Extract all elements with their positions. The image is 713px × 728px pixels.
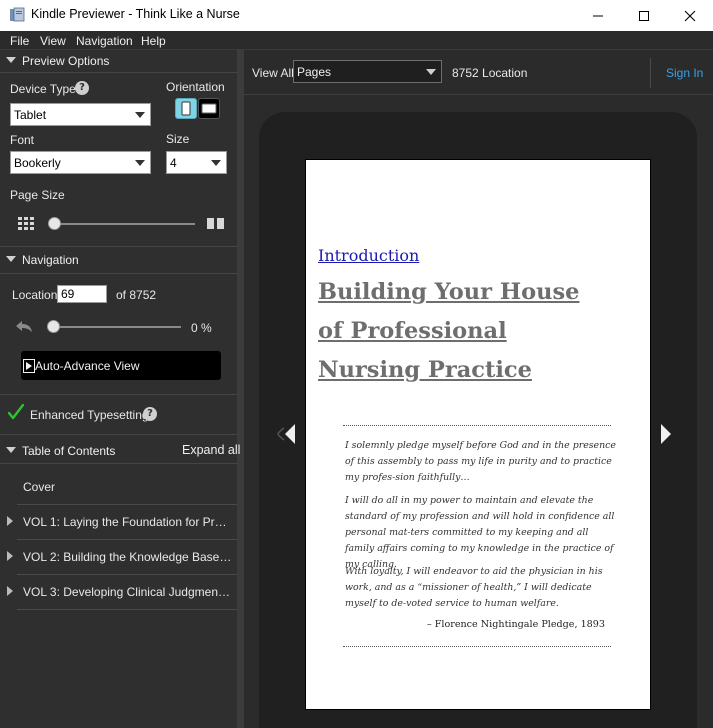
chapter-link[interactable]: Introduction — [318, 246, 419, 265]
size-select[interactable]: 4 — [166, 151, 227, 174]
divider — [0, 463, 237, 464]
divider — [0, 394, 237, 395]
font-value: Bookerly — [14, 156, 61, 170]
expand-triangle-icon[interactable] — [7, 586, 13, 596]
back-arrow-icon[interactable] — [14, 319, 34, 335]
font-select[interactable]: Bookerly — [10, 151, 151, 174]
expand-all-link[interactable]: Expand all — [182, 443, 240, 457]
navigation-label: Navigation — [22, 253, 79, 267]
close-button[interactable] — [667, 0, 713, 31]
menu-file[interactable]: File — [10, 34, 29, 48]
view-mode-select[interactable]: Pages — [293, 60, 442, 83]
chevron-down-icon — [135, 160, 145, 166]
orientation-label: Orientation — [166, 80, 225, 94]
progress-slider-track[interactable] — [47, 326, 181, 328]
size-value: 4 — [170, 156, 177, 170]
help-icon[interactable]: ? — [143, 407, 157, 421]
orientation-portrait-button[interactable] — [175, 98, 197, 119]
dotted-rule — [343, 646, 611, 647]
progress-percent: 0 % — [191, 321, 212, 335]
progress-slider-thumb[interactable] — [47, 320, 60, 333]
menu-navigation[interactable]: Navigation — [76, 34, 133, 48]
chevron-down-icon — [211, 160, 221, 166]
page-size-slider-thumb[interactable] — [48, 217, 61, 230]
collapse-triangle-icon — [6, 256, 16, 262]
auto-advance-button[interactable]: Auto-Advance View — [21, 351, 221, 380]
dotted-rule — [343, 425, 611, 426]
preview-options-header[interactable]: Preview Options — [0, 50, 237, 72]
divider — [0, 72, 237, 73]
book-page: Introduction Building Your House of Prof… — [305, 159, 651, 710]
menu-help[interactable]: Help — [141, 34, 166, 48]
portrait-tablet-icon — [181, 101, 191, 116]
toc-item[interactable]: Cover — [0, 470, 237, 505]
pledge-signature: – Florence Nightingale Pledge, 1893 — [426, 619, 605, 630]
divider — [17, 609, 237, 610]
location-input[interactable]: 69 — [57, 285, 107, 303]
title-bar: Kindle Previewer - Think Like a Nurse — [0, 0, 713, 31]
divider — [0, 246, 237, 247]
collapse-triangle-icon — [6, 57, 16, 63]
toc-item-label: Cover — [23, 480, 56, 494]
book-title-line: of Professional — [318, 318, 507, 344]
device-type-select[interactable]: Tablet — [10, 103, 151, 126]
toc-item-label: VOL 2: Building the Knowledge Base for P… — [23, 550, 233, 564]
enhanced-typesetting-label: Enhanced Typesetting — [30, 408, 149, 422]
page-size-slider-track[interactable] — [48, 223, 195, 225]
device-type-label: Device Type — [10, 82, 76, 96]
device-type-value: Tablet — [14, 108, 47, 122]
navigation-header[interactable]: Navigation — [0, 249, 237, 271]
sign-in-link[interactable]: Sign In — [666, 66, 703, 80]
view-mode-value: Pages — [297, 65, 332, 79]
expand-triangle-icon[interactable] — [7, 516, 13, 526]
help-icon[interactable]: ? — [75, 81, 89, 95]
grid-small-icon[interactable] — [18, 217, 34, 230]
book-title-line: Building Your House — [318, 279, 580, 305]
auto-advance-label: Auto-Advance View — [35, 359, 140, 373]
minimize-button[interactable] — [575, 0, 621, 31]
toc-item-label: VOL 3: Developing Clinical Judgment for … — [23, 585, 233, 599]
collapse-triangle-icon — [6, 447, 16, 453]
book-title-line: Nursing Practice — [318, 357, 532, 383]
toc-label: Table of Contents — [22, 444, 116, 458]
checkmark-icon — [8, 404, 24, 420]
kindle-app-icon — [10, 7, 25, 22]
maximize-button[interactable] — [621, 0, 667, 31]
minimize-icon — [593, 15, 603, 16]
landscape-tablet-icon — [201, 103, 217, 114]
divider — [0, 434, 237, 435]
panel-splitter[interactable] — [237, 50, 244, 728]
play-icon — [23, 359, 35, 373]
chevron-down-icon — [135, 112, 145, 118]
toc-item-label: VOL 1: Laying the Foundation for Profess… — [23, 515, 233, 529]
page-size-label: Page Size — [10, 188, 65, 202]
menu-bar: File View Navigation Help — [0, 31, 713, 50]
pledge-paragraph: I will do all in my power to maintain an… — [345, 495, 615, 570]
previous-page-icon[interactable] — [276, 422, 298, 446]
location-label: Location — [12, 288, 58, 302]
toc-item[interactable]: VOL 1: Laying the Foundation for Profess… — [0, 505, 237, 540]
chevron-down-icon — [426, 69, 436, 75]
view-all-label: View All — [252, 66, 294, 80]
size-label: Size — [166, 132, 190, 146]
menu-view[interactable]: View — [40, 34, 66, 48]
location-count: 8752 Location — [452, 66, 528, 80]
grid-large-icon[interactable] — [207, 217, 224, 230]
divider — [650, 58, 651, 88]
maximize-icon — [639, 10, 649, 21]
pledge-paragraph: I solemnly pledge myself before God and … — [345, 440, 616, 483]
preview-options-label: Preview Options — [22, 54, 110, 68]
location-total: of 8752 — [116, 288, 157, 302]
close-icon — [684, 10, 696, 21]
font-label: Font — [10, 133, 35, 147]
orientation-landscape-button[interactable] — [198, 98, 220, 119]
divider — [0, 273, 237, 274]
expand-triangle-icon[interactable] — [7, 551, 13, 561]
next-page-icon[interactable] — [659, 424, 673, 444]
toc-item[interactable]: VOL 3: Developing Clinical Judgment for … — [0, 575, 237, 610]
toc-item[interactable]: VOL 2: Building the Knowledge Base for P… — [0, 540, 237, 575]
window-title: Kindle Previewer - Think Like a Nurse — [31, 7, 240, 21]
pledge-paragraph: With loyalty, I will endeavor to aid the… — [345, 566, 603, 609]
